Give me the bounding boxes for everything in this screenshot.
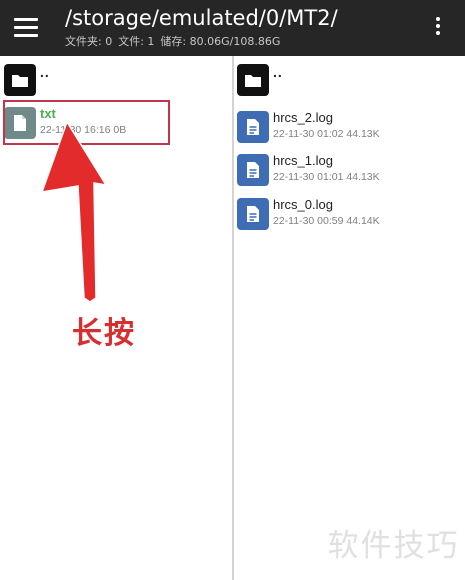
red-arrow-icon	[40, 122, 108, 303]
path-stats: 文件夹: 0 文件: 1 储存: 80.06G/108.86G	[65, 33, 280, 49]
folder-count: 文件夹: 0	[65, 35, 113, 48]
watermark-text: 软件技巧	[327, 528, 460, 564]
current-path-title[interactable]: /storage/emulated/0/MT2/	[65, 6, 338, 30]
right-file-pane[interactable]: .. hrcs_2.log 22-11-30 01:02 44.13K hrcs…	[234, 56, 465, 580]
watermark: 软件技巧	[322, 505, 465, 580]
storage-usage: 储存: 80.06G/108.86G	[160, 35, 281, 48]
file-meta: 22-11-30 01:01 44.13K	[273, 171, 380, 183]
more-vertical-icon[interactable]	[430, 14, 446, 38]
file-name: hrcs_2.log	[273, 110, 333, 125]
parent-directory-label: ..	[40, 64, 50, 80]
long-press-label: 长按	[72, 316, 136, 351]
file-name: hrcs_0.log	[273, 197, 333, 212]
folder-icon	[4, 64, 36, 96]
parent-directory-row[interactable]: ..	[0, 60, 232, 100]
hamburger-menu-icon[interactable]	[14, 13, 42, 41]
parent-directory-row[interactable]: ..	[234, 60, 465, 100]
parent-directory-label: ..	[273, 64, 283, 80]
document-icon	[237, 154, 269, 186]
file-row[interactable]: hrcs_0.log 22-11-30 00:59 44.14K	[234, 194, 465, 234]
document-icon	[237, 198, 269, 230]
app-bar: /storage/emulated/0/MT2/ 文件夹: 0 文件: 1 储存: …	[0, 0, 465, 56]
folder-icon	[237, 64, 269, 96]
file-count: 文件: 1	[118, 35, 155, 48]
file-row[interactable]: hrcs_1.log 22-11-30 01:01 44.13K	[234, 150, 465, 190]
file-meta: 22-11-30 00:59 44.14K	[273, 215, 380, 227]
file-meta: 22-11-30 01:02 44.13K	[273, 128, 380, 140]
file-name: hrcs_1.log	[273, 153, 333, 168]
document-icon	[237, 111, 269, 143]
file-row[interactable]: hrcs_2.log 22-11-30 01:02 44.13K	[234, 107, 465, 147]
